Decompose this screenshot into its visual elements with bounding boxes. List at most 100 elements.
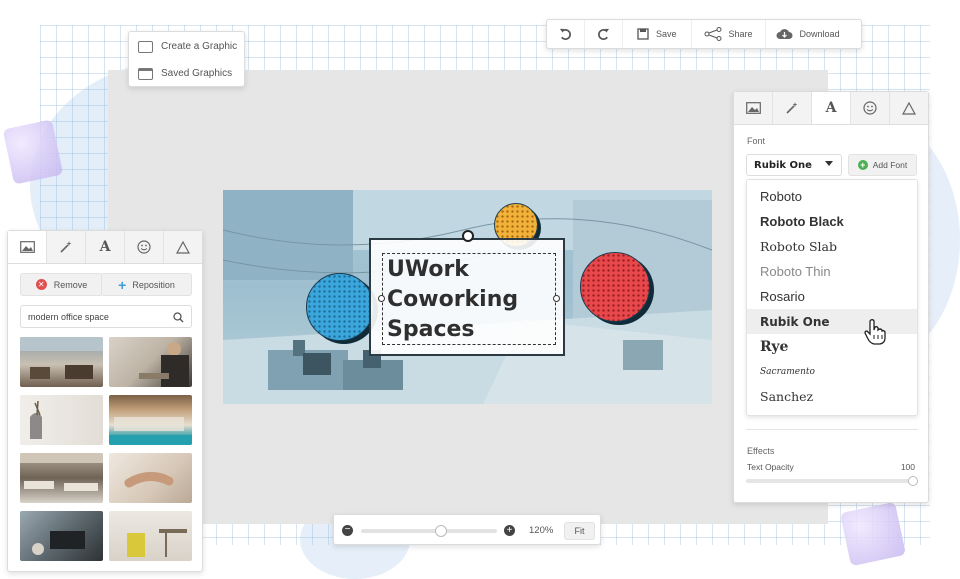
image-thumbnail[interactable]: [20, 395, 103, 445]
font-option-rye[interactable]: Rye: [747, 334, 917, 359]
image-thumbnail[interactable]: [109, 395, 192, 445]
red-dotted-circle[interactable]: [580, 252, 650, 322]
add-font-button[interactable]: + Add Font: [848, 154, 917, 176]
magic-wand-icon: [786, 102, 798, 114]
remove-icon: ✕: [35, 279, 47, 290]
opacity-slider-track[interactable]: [746, 479, 918, 483]
menu-item-label: Create a Graphic: [161, 41, 238, 52]
zoom-out-button[interactable]: −: [342, 525, 353, 536]
save-icon: [637, 28, 649, 40]
tab-shapes[interactable]: [890, 92, 928, 124]
folder-icon: [138, 67, 153, 80]
save-label: Save: [656, 29, 677, 39]
title-text: UWork Coworking Spaces: [387, 257, 519, 342]
thumbnail-art: [32, 531, 85, 555]
create-menu: Create a Graphic Saved Graphics: [128, 31, 245, 87]
font-option-label: Rye: [760, 338, 789, 355]
thumbnail-art: [139, 342, 189, 387]
tab-icons[interactable]: [125, 231, 164, 263]
right-text-panel: A Font Rubik One + Add Font Roboto Robot…: [733, 91, 929, 503]
thumbnail-art: [127, 529, 187, 557]
share-label: Share: [728, 29, 753, 39]
font-option-roboto-black[interactable]: Roboto Black: [747, 209, 917, 234]
image-thumbnail[interactable]: [109, 511, 192, 561]
top-toolbar: Save Share Download: [546, 19, 862, 49]
remove-button[interactable]: ✕ Remove: [20, 273, 103, 296]
font-option-label: Roboto Black: [760, 214, 844, 229]
zoom-in-button[interactable]: +: [504, 525, 515, 536]
font-option-roboto-thin[interactable]: Roboto Thin: [747, 259, 917, 284]
image-thumbnail[interactable]: [109, 453, 192, 503]
smiley-icon: [137, 240, 151, 254]
design-canvas[interactable]: UWork Coworking Spaces: [223, 190, 712, 404]
font-option-roboto-slab[interactable]: Roboto Slab: [747, 234, 917, 259]
font-option-roboto[interactable]: Roboto: [747, 184, 917, 209]
undo-button[interactable]: [547, 20, 585, 48]
font-list: Roboto Roboto Black Roboto Slab Roboto T…: [746, 179, 918, 416]
tab-images[interactable]: [734, 92, 773, 124]
font-option-label: Roboto Slab: [760, 239, 838, 254]
resize-handle-right[interactable]: [553, 295, 560, 302]
image-thumbnail[interactable]: [109, 337, 192, 387]
panel-divider: [746, 429, 918, 430]
tab-icons[interactable]: [851, 92, 890, 124]
font-option-rubik-one[interactable]: Rubik One: [747, 309, 917, 334]
menu-item-label: Saved Graphics: [161, 68, 233, 79]
save-button[interactable]: Save: [623, 20, 692, 48]
font-section-label: Font: [747, 136, 766, 146]
add-font-label: Add Font: [872, 160, 908, 170]
tab-shapes[interactable]: [164, 231, 202, 263]
plus-icon: +: [118, 276, 127, 293]
font-option-rosario[interactable]: Rosario: [747, 284, 917, 309]
image-search-field[interactable]: modern office space: [20, 305, 192, 328]
thumbnail-art: [20, 337, 103, 379]
thumbnail-art: [124, 472, 174, 488]
resize-handle-left[interactable]: [378, 295, 385, 302]
font-option-label: Roboto Thin: [760, 264, 831, 279]
zoom-level: 120%: [529, 525, 554, 536]
redo-button[interactable]: [585, 20, 623, 48]
image-thumbnail[interactable]: [20, 511, 103, 561]
fit-button[interactable]: Fit: [564, 522, 595, 540]
font-option-sanchez[interactable]: Sanchez: [747, 384, 917, 409]
tab-images[interactable]: [8, 231, 47, 263]
opacity-slider-handle[interactable]: [908, 476, 918, 486]
title-text-box[interactable]: UWork Coworking Spaces: [369, 238, 565, 356]
menu-item-create-graphic[interactable]: Create a Graphic: [129, 33, 244, 60]
thumbnail-art: [109, 417, 192, 445]
left-image-panel: A ✕ Remove + Reposition modern office sp…: [7, 230, 203, 572]
blue-dotted-circle[interactable]: [306, 273, 374, 341]
cloud-download-icon: [776, 29, 793, 39]
share-button[interactable]: Share: [692, 20, 766, 48]
triangle-icon: [176, 240, 190, 254]
rotate-handle-icon[interactable]: [462, 230, 474, 242]
font-select-value: Rubik One: [754, 159, 812, 171]
remove-label: Remove: [53, 279, 88, 290]
zoom-slider-track[interactable]: [361, 529, 497, 533]
tab-text[interactable]: A: [812, 92, 851, 124]
tab-effects[interactable]: [773, 92, 812, 124]
font-option-label: Roboto: [760, 189, 802, 204]
image-icon: [138, 40, 153, 53]
tab-text[interactable]: A: [86, 231, 125, 263]
image-icon: [745, 102, 761, 114]
zoom-slider-handle[interactable]: [435, 525, 447, 537]
download-button[interactable]: Download: [766, 20, 850, 48]
menu-item-saved-graphics[interactable]: Saved Graphics: [129, 60, 244, 87]
zoom-bar: − + 120% Fit: [333, 514, 601, 545]
reposition-button[interactable]: + Reposition: [101, 273, 192, 296]
effects-section-label: Effects: [747, 446, 775, 456]
add-circle-icon: +: [857, 160, 868, 170]
image-thumbnail[interactable]: [20, 453, 103, 503]
text-tab-label: A: [825, 100, 837, 116]
thumbnail-art: [30, 400, 42, 439]
pointer-hand-icon: [864, 319, 886, 345]
tab-effects[interactable]: [47, 231, 86, 263]
font-option-sacramento[interactable]: Sacramento: [747, 359, 917, 384]
font-option-label: Sanchez: [760, 389, 814, 404]
thumbnail-art: [20, 453, 103, 491]
font-select[interactable]: Rubik One: [746, 154, 842, 176]
image-thumbnail[interactable]: [20, 337, 103, 387]
search-icon[interactable]: [173, 312, 184, 323]
font-option-label: Rubik One: [760, 314, 830, 329]
